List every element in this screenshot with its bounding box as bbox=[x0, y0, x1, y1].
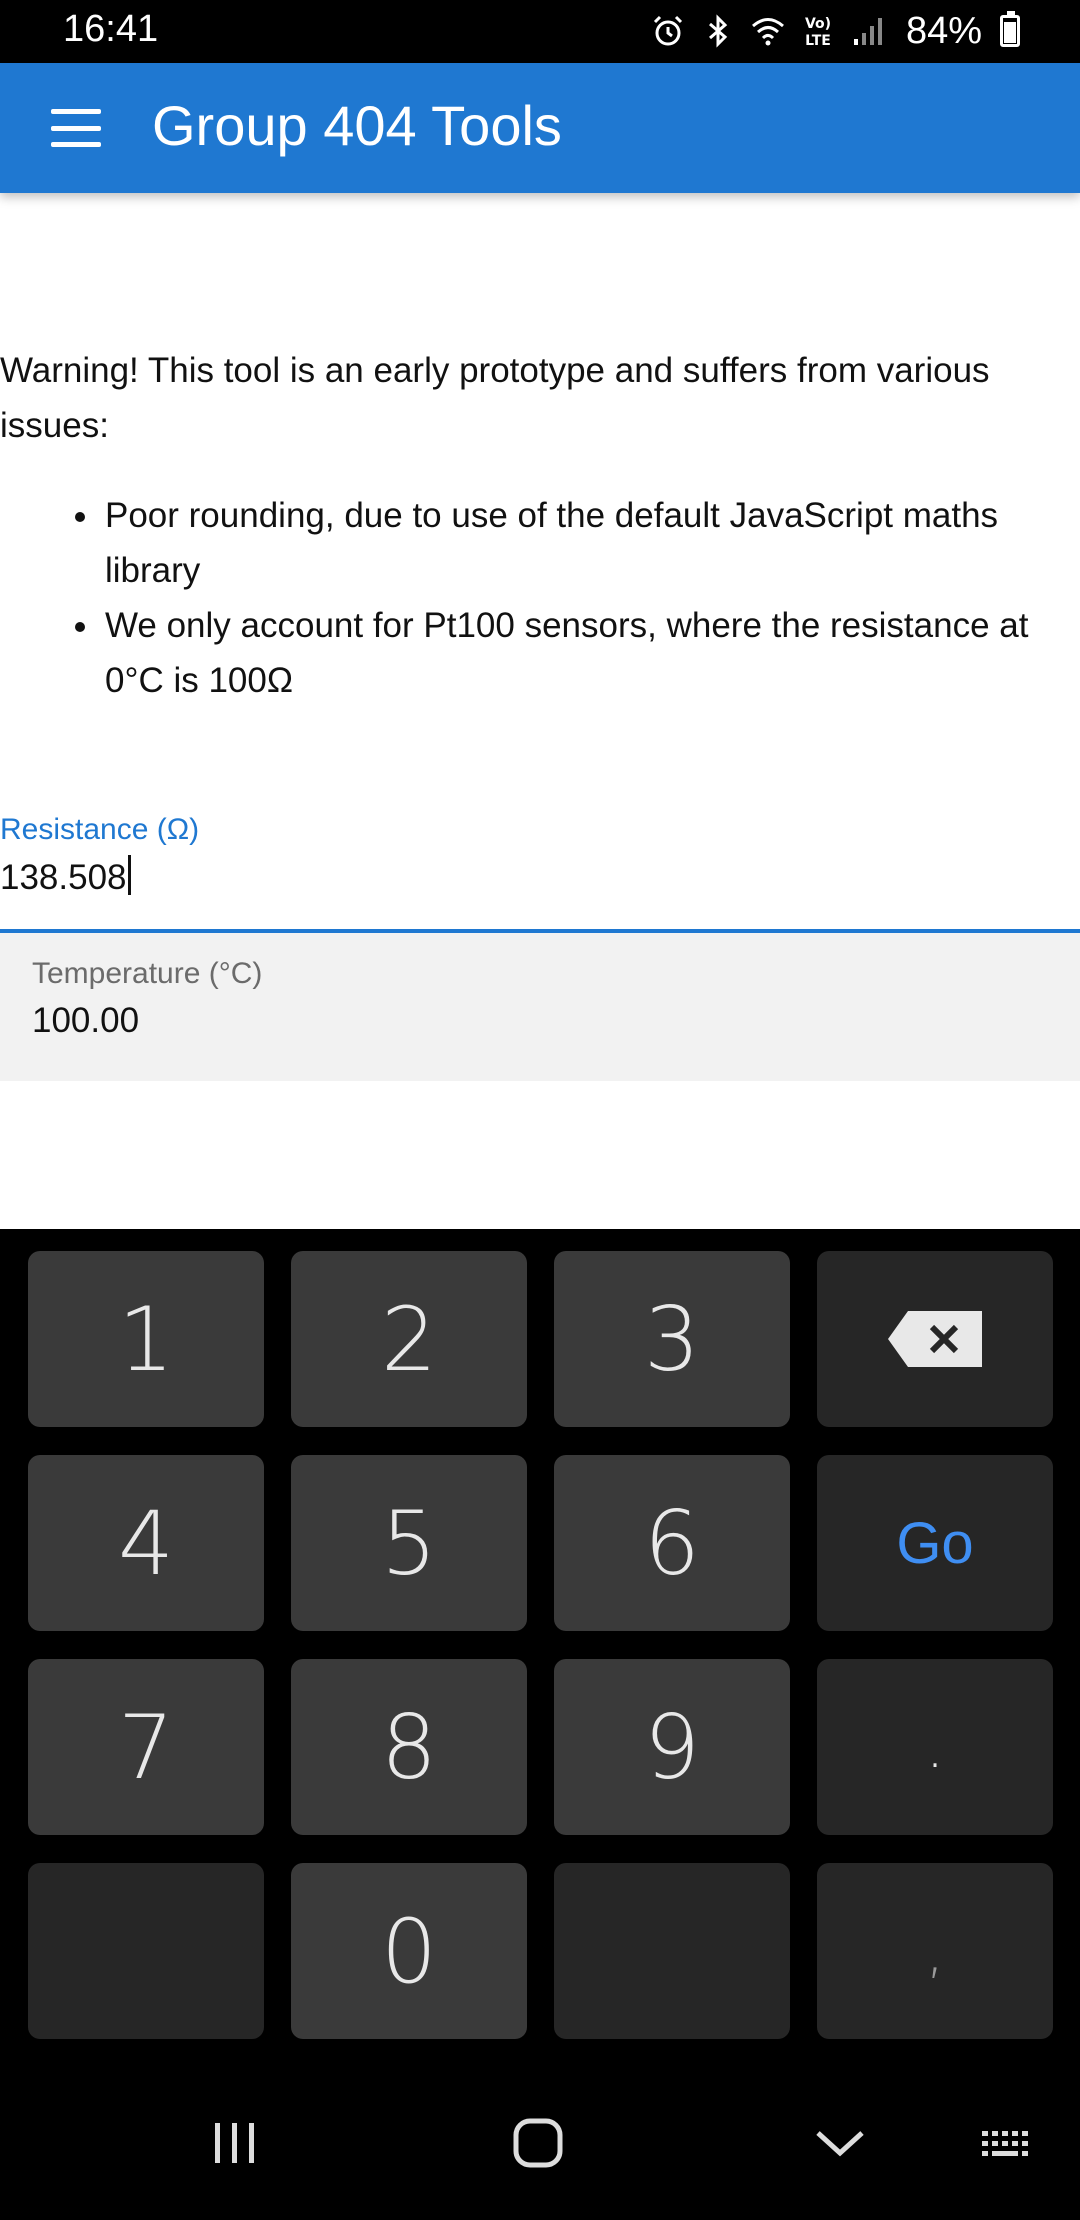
app-bar: Group 404 Tools bbox=[0, 63, 1080, 193]
key-1[interactable]: 1 bbox=[28, 1251, 264, 1427]
recent-apps-icon[interactable] bbox=[205, 2113, 265, 2173]
key-0[interactable]: 0 bbox=[291, 1863, 527, 2039]
navigation-bar bbox=[0, 2061, 1080, 2220]
resistance-field[interactable]: Resistance (Ω) 138.508 bbox=[0, 813, 1080, 933]
battery-icon bbox=[1000, 11, 1020, 47]
status-time: 16:41 bbox=[63, 8, 159, 50]
numeric-keyboard: 1 2 3 4 5 6 Go 7 8 9 . 0 , bbox=[0, 1229, 1080, 2061]
temperature-field: Temperature (°C) 100.00 bbox=[0, 933, 1080, 1081]
temperature-label: Temperature (°C) bbox=[32, 957, 263, 990]
backspace-key[interactable] bbox=[817, 1251, 1053, 1427]
key-blank-right[interactable] bbox=[554, 1863, 790, 2039]
volte-icon: Vo) LTE bbox=[805, 16, 831, 49]
key-blank-left[interactable] bbox=[28, 1863, 264, 2039]
key-7[interactable]: 7 bbox=[28, 1659, 264, 1835]
status-icons: Vo) LTE 84% bbox=[650, 6, 1020, 56]
key-8[interactable]: 8 bbox=[291, 1659, 527, 1835]
go-key[interactable]: Go bbox=[817, 1455, 1053, 1631]
hamburger-menu-icon[interactable] bbox=[48, 103, 104, 153]
back-icon[interactable] bbox=[810, 2113, 870, 2173]
signal-icon bbox=[853, 18, 882, 45]
issue-item: We only account for Pt100 sensors, where… bbox=[75, 598, 1080, 708]
key-3[interactable]: 3 bbox=[554, 1251, 790, 1427]
text-caret bbox=[127, 855, 131, 895]
backspace-icon bbox=[888, 1311, 982, 1367]
svg-text:LTE: LTE bbox=[805, 33, 831, 49]
issue-item: Poor rounding, due to use of the default… bbox=[75, 488, 1080, 598]
battery-percent: 84% bbox=[905, 9, 982, 52]
key-6[interactable]: 6 bbox=[554, 1455, 790, 1631]
key-comma[interactable]: , bbox=[817, 1863, 1053, 2039]
key-4[interactable]: 4 bbox=[28, 1455, 264, 1631]
wifi-icon bbox=[751, 18, 784, 46]
status-bar: 16:41 Vo) LTE 84% bbox=[0, 0, 1080, 63]
app-title: Group 404 Tools bbox=[152, 94, 562, 157]
home-icon[interactable] bbox=[508, 2113, 568, 2173]
key-2[interactable]: 2 bbox=[291, 1251, 527, 1427]
svg-text:Vo): Vo) bbox=[805, 16, 831, 32]
bluetooth-icon bbox=[708, 14, 728, 48]
key-9[interactable]: 9 bbox=[554, 1659, 790, 1835]
resistance-label: Resistance (Ω) bbox=[0, 813, 200, 846]
issues-list: Poor rounding, due to use of the default… bbox=[75, 488, 1080, 708]
alarm-icon bbox=[653, 15, 682, 46]
keyboard-switch-icon[interactable] bbox=[980, 2113, 1036, 2173]
resistance-input[interactable]: 138.508 bbox=[0, 855, 131, 898]
warning-text: Warning! This tool is an early prototype… bbox=[0, 351, 990, 445]
key-period[interactable]: . bbox=[817, 1659, 1053, 1835]
key-5[interactable]: 5 bbox=[291, 1455, 527, 1631]
temperature-value: 100.00 bbox=[32, 1001, 140, 1040]
